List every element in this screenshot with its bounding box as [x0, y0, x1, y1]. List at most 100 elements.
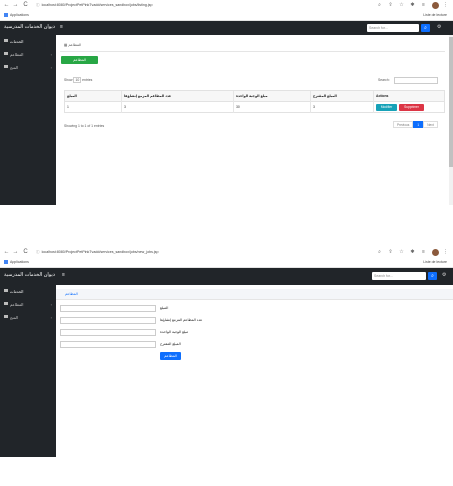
- star-icon[interactable]: ☆: [398, 249, 405, 256]
- restaurant-count-input[interactable]: [60, 317, 156, 324]
- sidebar-item-grants[interactable]: المنح ›: [0, 311, 56, 324]
- proposed-amount-input[interactable]: [60, 341, 156, 348]
- sidebar-item-label: المنح: [10, 66, 19, 70]
- info-icon: ⓘ: [36, 3, 40, 7]
- meal-price-label: مبلغ الوجبة الواحدة: [160, 330, 189, 334]
- supprimer-button[interactable]: Supprimer: [399, 104, 424, 111]
- breadcrumb: المطاعم: [65, 292, 78, 296]
- apps-grid-icon: [4, 13, 8, 18]
- reload-button[interactable]: C: [22, 249, 29, 256]
- brand-title[interactable]: ديوان الخدمات المدرسية: [4, 24, 55, 30]
- bookmark-applications[interactable]: Applications: [4, 13, 29, 18]
- sidebar-item-label: الخدمات: [10, 290, 24, 294]
- table-cell: 3: [311, 102, 374, 113]
- apps-grid-icon: [4, 260, 8, 265]
- share-icon[interactable]: ⇪: [387, 249, 394, 256]
- profile-avatar[interactable]: [432, 2, 439, 9]
- field-proposed-amount: المبلغ المقترح: [60, 341, 260, 349]
- info-icon: ⓘ: [36, 250, 40, 254]
- zoom-icon[interactable]: ⌕: [376, 249, 383, 256]
- sidebar-item-services[interactable]: الخدمات: [0, 285, 56, 298]
- reading-list[interactable]: Liste de lecture: [423, 13, 447, 17]
- address-bar[interactable]: ⓘ localhost:8080/ProjectPetPinkTvadd/serv…: [36, 2, 366, 9]
- search-input[interactable]: Search for...: [367, 24, 419, 32]
- column-header[interactable]: المبلغ: [65, 91, 122, 102]
- user-icon[interactable]: ⚙: [437, 24, 441, 30]
- meal-price-input[interactable]: [60, 329, 156, 336]
- scrollbar[interactable]: [449, 35, 453, 205]
- forward-button[interactable]: →: [12, 2, 19, 9]
- breadcrumb: ▦ المطاعم: [64, 43, 81, 47]
- entries-select[interactable]: 10: [73, 77, 82, 83]
- bookmark-applications[interactable]: Applications: [4, 260, 29, 265]
- sidebar-item-grants[interactable]: المنح ›: [0, 61, 56, 74]
- back-button[interactable]: ←: [3, 2, 10, 9]
- chevron-icon: ›: [50, 315, 52, 320]
- field-amount: المبلغ: [60, 305, 260, 313]
- restaurant-count-label: عدد المطاعم المزمع إنشاؤها: [160, 318, 203, 322]
- restaurants-table: المبلغ عدد المطاعم المزمع إنشاؤها مبلغ ا…: [64, 90, 445, 113]
- amount-input[interactable]: [60, 305, 156, 312]
- sidebar: الخدمات المطاعم › المنح ›: [0, 285, 56, 457]
- search-input[interactable]: Search for...: [372, 272, 426, 280]
- sidebar-toggle-icon[interactable]: ≡: [62, 272, 65, 278]
- profile-avatar[interactable]: [432, 249, 439, 256]
- sidebar-item-label: المطاعم: [10, 53, 24, 57]
- forward-button[interactable]: →: [12, 249, 19, 256]
- puzzle-icon[interactable]: ≡: [420, 249, 427, 256]
- table-row: 1 3 30 3 Modifier Supprimer: [65, 102, 444, 113]
- browser-chrome: ← → C ⓘ localhost:8080/ProjectPetPinkTvad…: [0, 247, 453, 268]
- proposed-amount-label: المبلغ المقترح: [160, 342, 181, 346]
- next-page-button[interactable]: Next: [423, 121, 438, 128]
- chevron-icon: ›: [50, 65, 52, 70]
- sidebar-item-label: المطاعم: [10, 303, 24, 307]
- sidebar-item-services[interactable]: الخدمات: [0, 35, 56, 48]
- field-restaurant-count: عدد المطاعم المزمع إنشاؤها: [60, 317, 260, 325]
- column-header[interactable]: Actions: [374, 91, 446, 102]
- menu-icon[interactable]: ⋮: [442, 2, 449, 9]
- column-header[interactable]: مبلغ الوجبة الواحدة: [234, 91, 311, 102]
- table-icon: [4, 65, 8, 68]
- table-icon: [4, 315, 8, 318]
- user-icon[interactable]: ⚙: [442, 272, 446, 278]
- field-meal-price: مبلغ الوجبة الواحدة: [60, 329, 260, 337]
- entries-length: Show 10 entries: [64, 77, 93, 83]
- actions-cell: Modifier Supprimer: [374, 102, 446, 113]
- table-icon: [4, 52, 8, 55]
- sidebar-item-label: الخدمات: [10, 40, 24, 44]
- reload-button[interactable]: C: [22, 2, 29, 9]
- sidebar-toggle-icon[interactable]: ≡: [60, 24, 63, 30]
- add-restaurant-button[interactable]: المطاعم: [61, 56, 98, 64]
- search-button[interactable]: ⌕: [421, 24, 430, 32]
- puzzle-icon[interactable]: ≡: [420, 2, 427, 9]
- submit-button[interactable]: المطاعم: [160, 352, 181, 360]
- reading-list[interactable]: Liste de lecture: [423, 260, 447, 264]
- table-cell: 3: [122, 102, 234, 113]
- back-button[interactable]: ←: [3, 249, 10, 256]
- table-cell: 30: [234, 102, 311, 113]
- table-info: Showing 1 to 1 of 1 entries: [64, 124, 105, 128]
- zoom-icon[interactable]: ⌕: [376, 2, 383, 9]
- modifier-button[interactable]: Modifier: [376, 104, 397, 111]
- column-header[interactable]: عدد المطاعم المزمع إنشاؤها: [122, 91, 234, 102]
- share-icon[interactable]: ⇪: [387, 2, 394, 9]
- page-1-button[interactable]: 1: [413, 121, 424, 128]
- address-bar[interactable]: ⓘ localhost:8080/ProjectPetPinkTvadd/serv…: [36, 249, 366, 256]
- url-text: localhost:8080/ProjectPetPinkTvadd/servi…: [41, 250, 159, 254]
- menu-icon[interactable]: ⋮: [442, 249, 449, 256]
- extension-icon[interactable]: ✱: [409, 2, 416, 9]
- sidebar-item-restaurants[interactable]: المطاعم ›: [0, 48, 56, 61]
- extension-icon[interactable]: ✱: [409, 249, 416, 256]
- star-icon[interactable]: ☆: [398, 2, 405, 9]
- chevron-icon: ›: [50, 52, 52, 57]
- search-button[interactable]: ⌕: [428, 272, 437, 280]
- entries-label: entries: [82, 78, 93, 82]
- table-search-input[interactable]: [394, 77, 438, 84]
- column-header[interactable]: المبلغ المقترح: [311, 91, 374, 102]
- chevron-icon: ›: [50, 302, 52, 307]
- amount-label: المبلغ: [160, 306, 169, 310]
- scrollbar-thumb[interactable]: [449, 37, 453, 167]
- sidebar-item-restaurants[interactable]: المطاعم ›: [0, 298, 56, 311]
- brand-title[interactable]: ديوان الخدمات المدرسية: [4, 272, 55, 278]
- previous-page-button[interactable]: Previous: [393, 121, 414, 128]
